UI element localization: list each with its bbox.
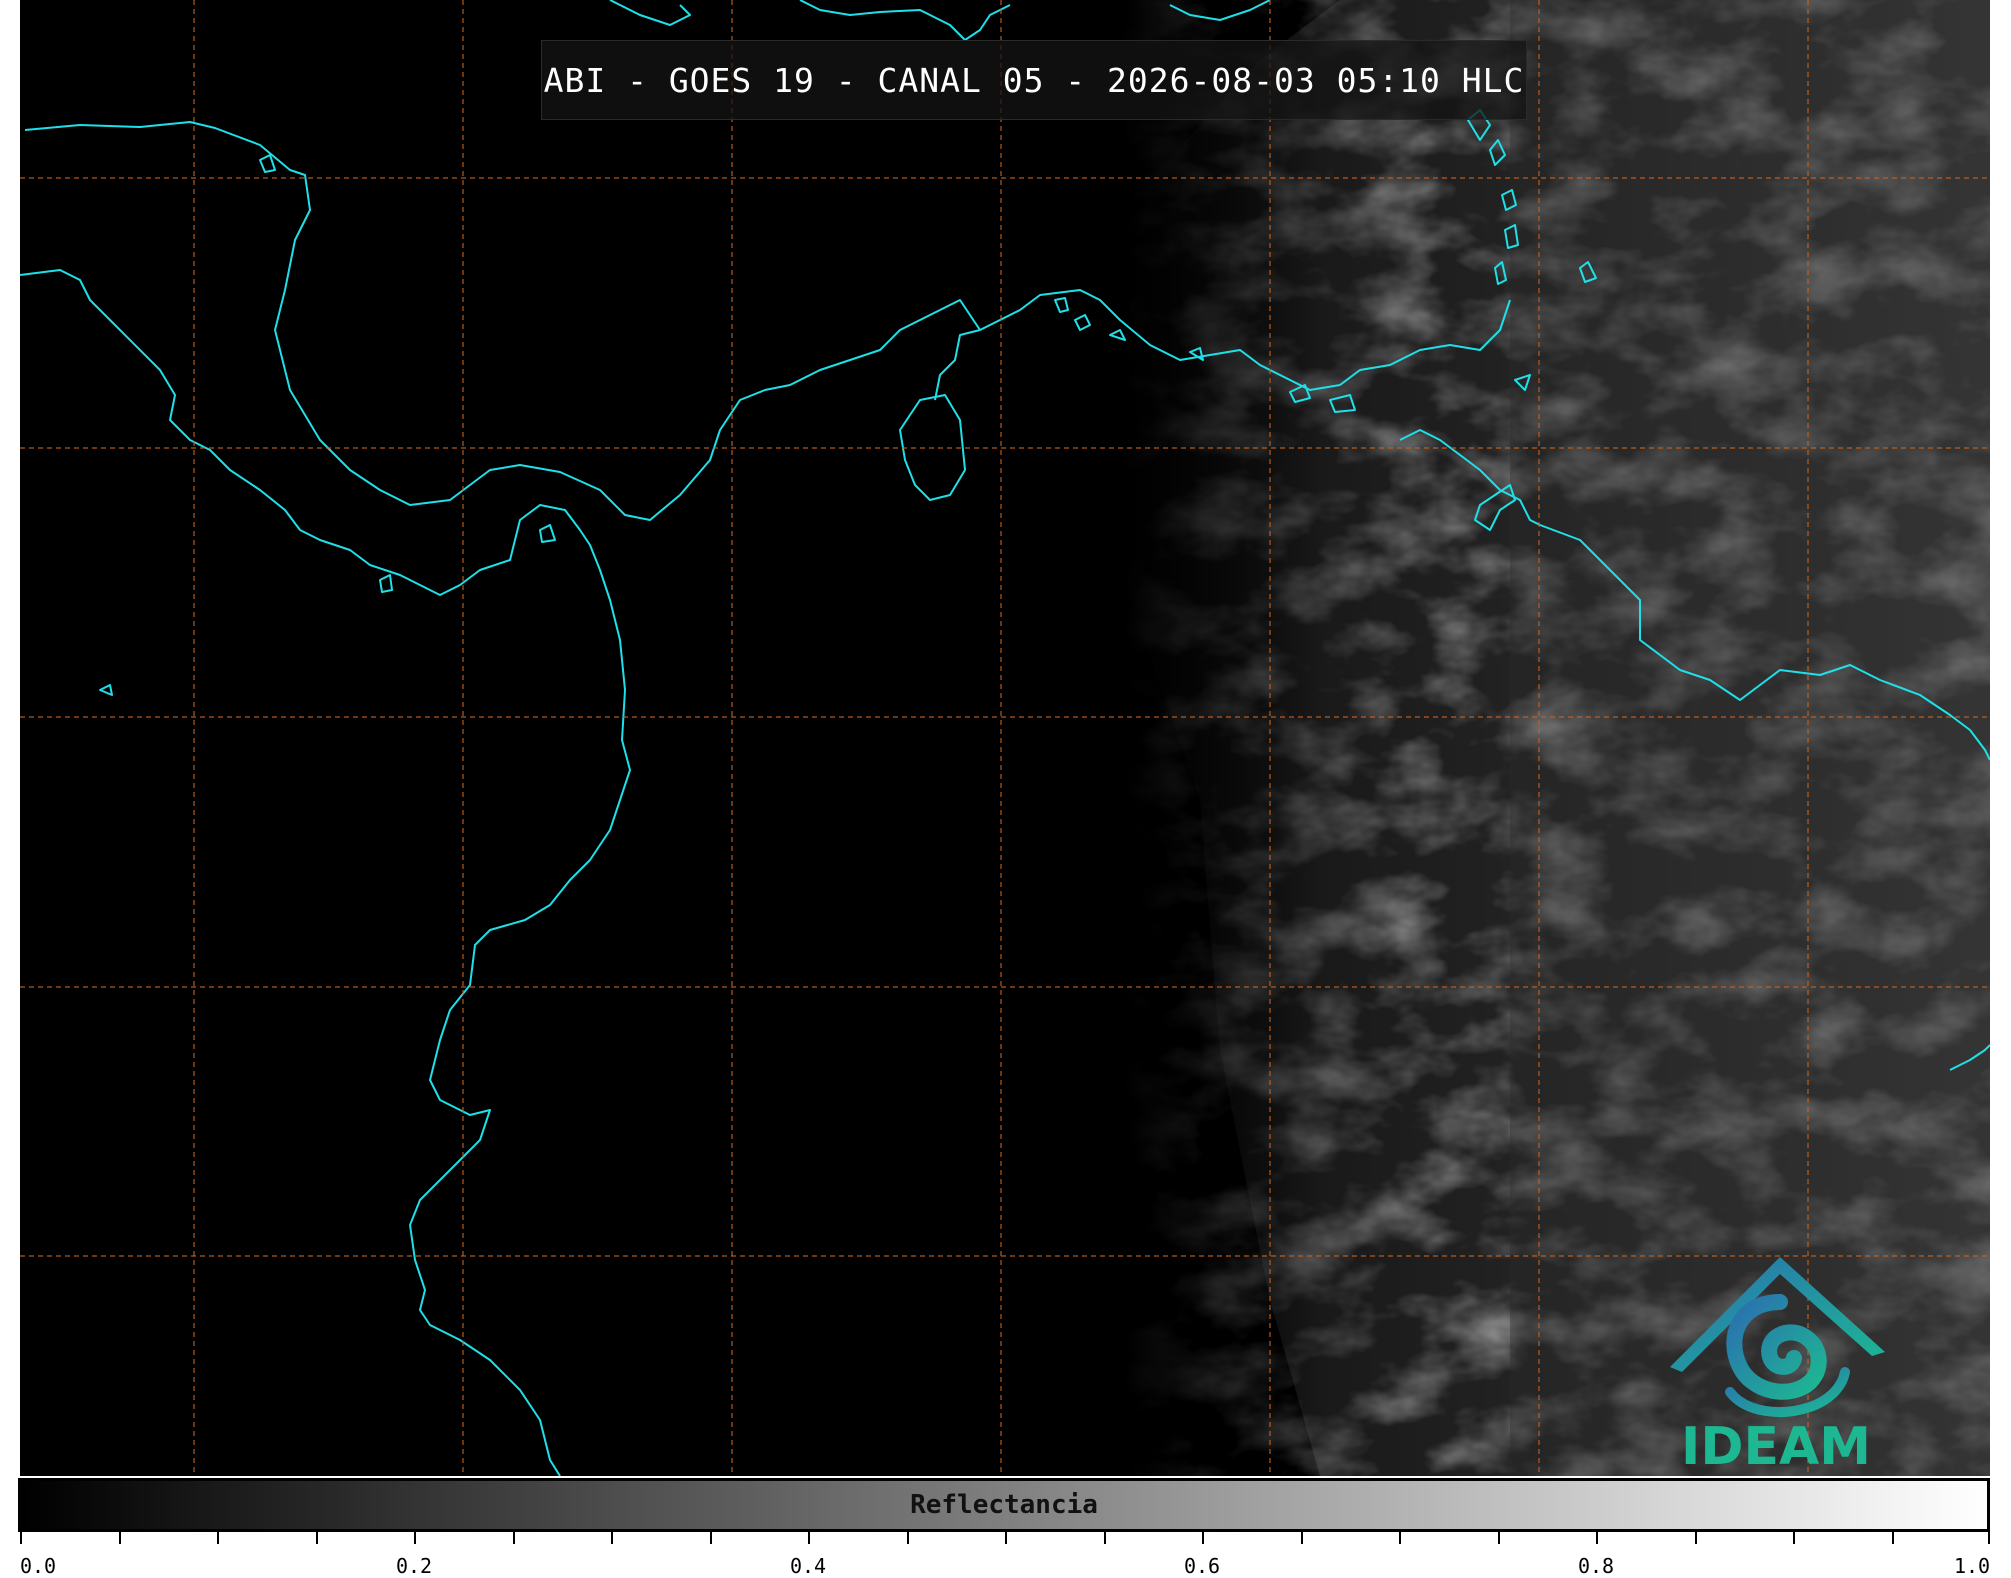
colorbar-tick [1695,1532,1697,1544]
colorbar-tick [1202,1532,1204,1544]
colorbar-tick [1005,1532,1007,1544]
colorbar-label-text: Reflectancia [910,1490,1098,1520]
colorbar-label: Reflectancia [21,1481,1987,1529]
colorbar-tick [710,1532,712,1544]
colorbar-ticks: 0.0 0.2 0.4 0.6 0.8 1.0 [19,1532,1991,1578]
colorbar-tick [808,1532,810,1544]
colorbar-tick-label: 0.0 [19,1554,57,1578]
colorbar-tick [1596,1532,1598,1544]
colorbar-tick [1498,1532,1500,1544]
colorbar-tick [119,1532,121,1544]
colorbar-tick [1892,1532,1894,1544]
colorbar-tick [316,1532,318,1544]
colorbar-tick-label: 1.0 [1953,1554,1991,1578]
colorbar-tick-label: 0.6 [1183,1554,1221,1578]
colorbar-tick-label: 0.4 [789,1554,827,1578]
colorbar-tick [1301,1532,1303,1544]
map-title-text: ABI - GOES 19 - CANAL 05 - 2026-08-03 05… [543,60,1525,100]
colorbar-tick [217,1532,219,1544]
colorbar-tick [513,1532,515,1544]
ideam-logo: IDEAM [1660,1252,1892,1477]
colorbar-tick [1793,1532,1795,1544]
colorbar: Reflectancia [18,1478,1990,1532]
colorbar-tick [414,1532,416,1544]
colorbar-tick-label: 0.8 [1577,1554,1615,1578]
colorbar-tick [611,1532,613,1544]
colorbar-tick [1104,1532,1106,1544]
colorbar-tick [1399,1532,1401,1544]
colorbar-tick [20,1532,22,1544]
map-title: ABI - GOES 19 - CANAL 05 - 2026-08-03 05… [541,40,1527,120]
colorbar-tick [1988,1532,1990,1544]
colorbar-tick [907,1532,909,1544]
ideam-logo-text: IDEAM [1680,1417,1872,1477]
colorbar-tick-label: 0.2 [395,1554,433,1578]
ideam-logo-icon [1670,1257,1885,1417]
